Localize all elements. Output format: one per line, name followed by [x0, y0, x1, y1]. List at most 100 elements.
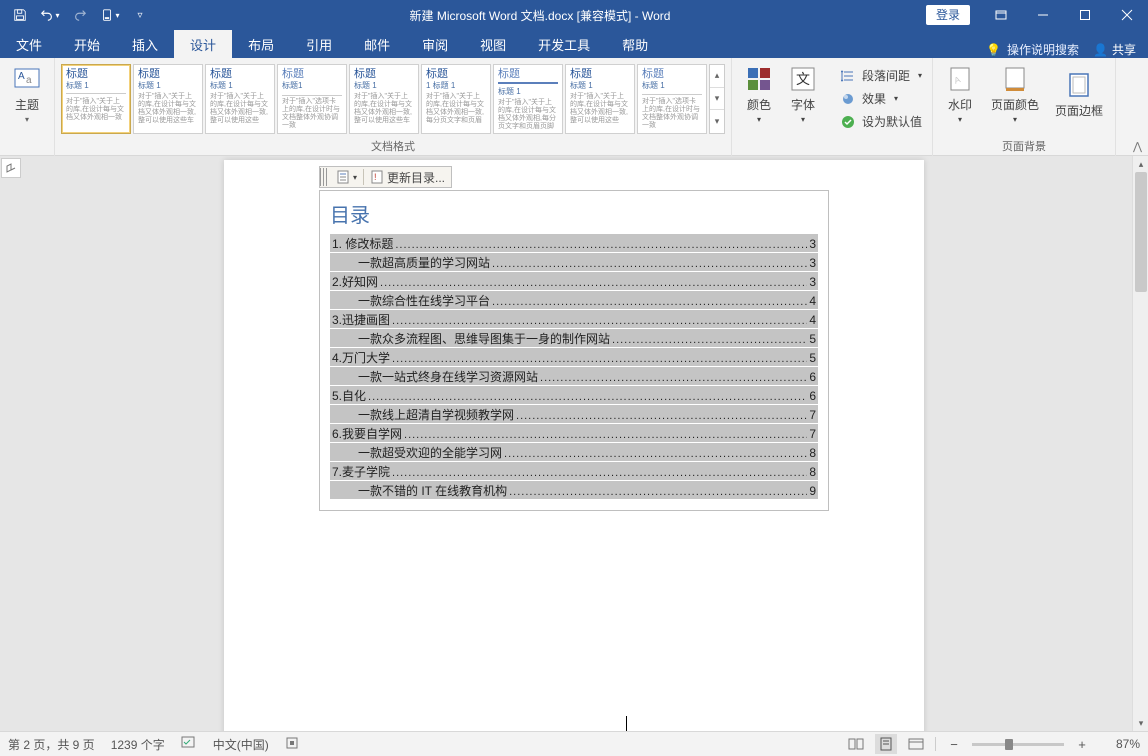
maximize-button[interactable] [1064, 0, 1106, 30]
tab-design[interactable]: 设计 [174, 30, 232, 58]
page-color-button[interactable]: 页面颜色▾ [985, 62, 1045, 126]
group-document-formatting: 标题标题 1对于"插入"关于上的库,在设计每与文档又体外观相一致 标题标题 1对… [55, 58, 732, 156]
tab-layout[interactable]: 布局 [232, 30, 290, 58]
quick-access-toolbar: ▾ ▾ ▿ [0, 2, 154, 28]
update-toc-label: 更新目录... [387, 169, 445, 186]
window-title: 新建 Microsoft Word 文档.docx [兼容模式] - Word [154, 7, 926, 24]
gallery-item[interactable]: 标题标题 1对于"插入"关于上的库,在设计每与文档又体外观相,每分页文字和页眉页… [493, 64, 563, 134]
toc-entry[interactable]: 一款不错的 IT 在线教育机构.........................… [330, 481, 818, 499]
gallery-item[interactable]: 标题标题 1对于"插入"关于上的库,在设计每与文档又体外观相一致,整可以使用这些 [205, 64, 275, 134]
scroll-down-button[interactable]: ▾ [1133, 715, 1148, 731]
read-mode-button[interactable] [845, 734, 867, 754]
toc-entry[interactable]: 一款线上超清自学视频教学网...........................… [330, 405, 818, 423]
colors-button[interactable]: 颜色▾ [738, 62, 780, 126]
toc-entry-text: 一款超受欢迎的全能学习网 [358, 444, 502, 461]
zoom-slider-thumb[interactable] [1005, 739, 1013, 750]
tab-review[interactable]: 审阅 [406, 30, 464, 58]
macro-icon[interactable] [285, 736, 299, 753]
ribbon: Aa 主题 ▾ 标题标题 1对于"插入"关于上的库,在设计每与文档又体外观相一致… [0, 58, 1148, 156]
tab-file[interactable]: 文件 [0, 30, 58, 58]
fonts-button[interactable]: 文 字体▾ [782, 62, 824, 126]
document-area[interactable]: ▾ !更新目录... 目录 1. 修改标题...................… [0, 156, 1148, 731]
toc-grip-icon[interactable] [320, 168, 328, 186]
toc-field-controls: ▾ !更新目录... [319, 166, 452, 188]
word-count[interactable]: 1239 个字 [111, 736, 165, 753]
gallery-item[interactable]: 标题1 标题 1对于"插入"关于上的库,在设计每与文档又体外观相一致,每分页文字… [421, 64, 491, 134]
web-layout-button[interactable] [905, 734, 927, 754]
toc-leader-dots: ........................................… [392, 353, 807, 365]
gallery-more[interactable]: ▾ [710, 110, 724, 133]
collapse-ribbon-button[interactable]: ⋀ [1133, 140, 1142, 153]
share-button[interactable]: 👤 共享 [1093, 41, 1136, 58]
toc-options-button[interactable]: ▾ [330, 167, 363, 187]
scroll-thumb[interactable] [1135, 172, 1147, 292]
toc-entry[interactable]: 4.万门大学..................................… [330, 348, 818, 366]
gallery-item[interactable]: 标题标题 1对于"插入"关于上的库,在设计每与文档又体外观相一致,整可以使用这些… [133, 64, 203, 134]
minimize-button[interactable] [1022, 0, 1064, 30]
gallery-item[interactable]: 标题标题 1对于"插入"关于上的库,在设计每与文档又体外观相一致 [61, 64, 131, 134]
group-colors-fonts: 颜色▾ 文 字体▾ [732, 58, 830, 156]
effects-button[interactable]: 效果▾ [836, 87, 902, 110]
group-label-page-bg: 页面背景 [1002, 138, 1046, 155]
watermark-button[interactable]: A水印▾ [939, 62, 981, 126]
text-cursor [626, 716, 627, 731]
paragraph-spacing-button[interactable]: 段落间距▾ [836, 64, 926, 87]
tab-references[interactable]: 引用 [290, 30, 348, 58]
toc-entry[interactable]: 1. 修改标题.................................… [330, 234, 818, 252]
zoom-out-button[interactable]: − [944, 737, 964, 752]
toc-container[interactable]: 目录 1. 修改标题..............................… [319, 190, 829, 511]
tab-view[interactable]: 视图 [464, 30, 522, 58]
tell-me-search[interactable]: 💡 操作说明搜索 [986, 41, 1079, 58]
login-button[interactable]: 登录 [926, 5, 970, 25]
toc-entry-text: 一款不错的 IT 在线教育机构 [358, 482, 507, 499]
page: ▾ !更新目录... 目录 1. 修改标题...................… [224, 160, 924, 731]
tab-developer[interactable]: 开发工具 [522, 30, 606, 58]
toc-entry[interactable]: 6.我要自学网.................................… [330, 424, 818, 442]
zoom-percent[interactable]: 87% [1100, 737, 1140, 751]
gallery-item[interactable]: 标题标题1对于"插入"选项卡上的库,在设计时与文档整体外观协调一致 [277, 64, 347, 134]
tell-me-label: 操作说明搜索 [1007, 41, 1079, 58]
toc-entry-page: 3 [809, 256, 816, 270]
themes-button[interactable]: Aa 主题 ▾ [6, 62, 48, 126]
toc-entry[interactable]: 一款众多流程图、思维导图集于一身的制作网站...................… [330, 329, 818, 347]
toc-leader-dots: ........................................… [509, 486, 807, 498]
print-layout-button[interactable] [875, 734, 897, 754]
set-default-button[interactable]: 设为默认值 [836, 110, 926, 133]
gallery-item[interactable]: 标题标题 1对于"插入"选项卡上的库,在设计时与文档整体外观协调一致 [637, 64, 707, 134]
toc-entry[interactable]: 一款综合性在线学习平台.............................… [330, 291, 818, 309]
gallery-item[interactable]: 标题标题 1对于"插入"关于上的库,在设计每与文档又体外观相一致,整可以使用这些… [349, 64, 419, 134]
toc-entry[interactable]: 一款超受欢迎的全能学习网............................… [330, 443, 818, 461]
toc-entry[interactable]: 5.自化....................................… [330, 386, 818, 404]
zoom-slider[interactable] [972, 743, 1064, 746]
zoom-in-button[interactable]: + [1072, 737, 1092, 752]
vertical-scrollbar[interactable]: ▴ ▾ [1132, 156, 1148, 731]
tab-insert[interactable]: 插入 [116, 30, 174, 58]
update-toc-button[interactable]: !更新目录... [364, 167, 451, 187]
close-button[interactable] [1106, 0, 1148, 30]
qat-customize-button[interactable]: ▿ [126, 2, 154, 28]
gallery-item[interactable]: 标题标题 1对于"插入"关于上的库,在设计每与文档又体外观相一致,整可以使用这些 [565, 64, 635, 134]
toc-entry[interactable]: 一款一站式终身在线学习资源网站.........................… [330, 367, 818, 385]
toc-entry-page: 3 [809, 275, 816, 289]
page-indicator[interactable]: 第 2 页，共 9 页 [8, 736, 95, 753]
scroll-up-button[interactable]: ▴ [1133, 156, 1148, 172]
gallery-up[interactable]: ▴ [710, 65, 724, 88]
undo-button[interactable]: ▾ [36, 2, 64, 28]
spellcheck-icon[interactable] [181, 736, 197, 753]
fonts-label: 字体 [791, 96, 815, 113]
toc-entry[interactable]: 7.麦子学院..................................… [330, 462, 818, 480]
toc-entry[interactable]: 2.好知网...................................… [330, 272, 818, 290]
toc-entry[interactable]: 3.迅捷画图..................................… [330, 310, 818, 328]
effects-icon [840, 91, 856, 107]
tab-home[interactable]: 开始 [58, 30, 116, 58]
save-button[interactable] [6, 2, 34, 28]
touch-mode-button[interactable]: ▾ [96, 2, 124, 28]
language-indicator[interactable]: 中文(中国) [213, 736, 269, 753]
redo-button[interactable] [66, 2, 94, 28]
toc-entry[interactable]: 一款超高质量的学习网站.............................… [330, 253, 818, 271]
tab-mailings[interactable]: 邮件 [348, 30, 406, 58]
ribbon-display-options[interactable] [980, 0, 1022, 30]
page-borders-button[interactable]: 页面边框 [1049, 62, 1109, 126]
tab-help[interactable]: 帮助 [606, 30, 664, 58]
gallery-down[interactable]: ▾ [710, 88, 724, 111]
